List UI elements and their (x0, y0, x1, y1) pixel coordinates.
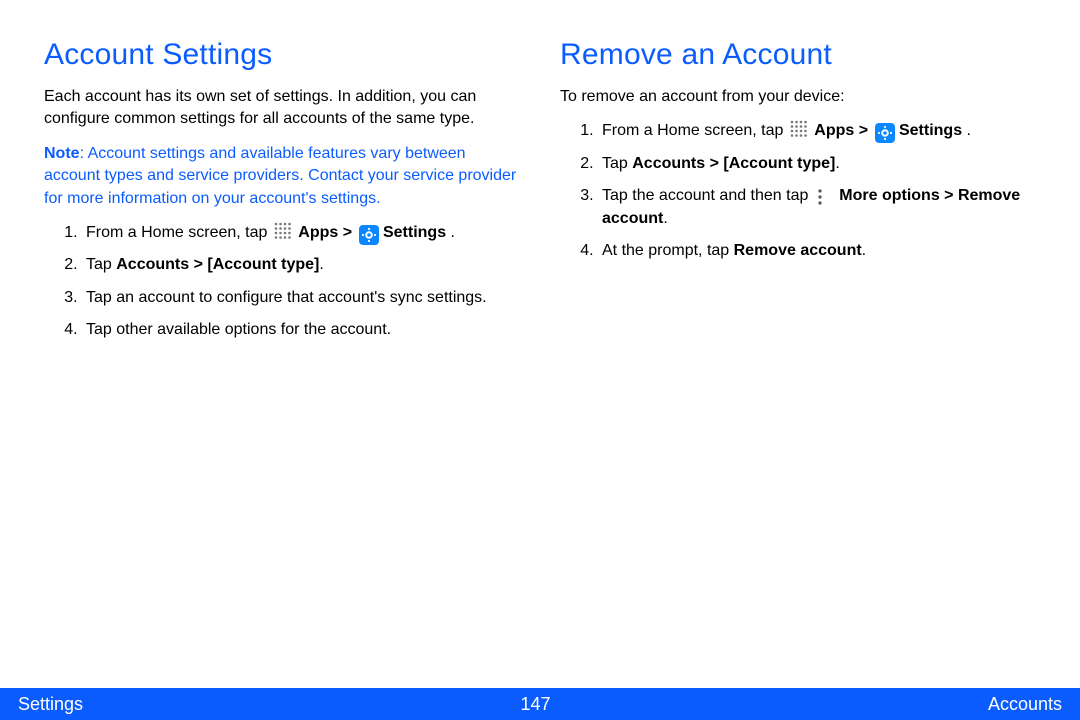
right-step-3: Tap the account and then tap More option… (598, 185, 1036, 230)
steps-list-left: From a Home screen, tap Apps > (44, 222, 520, 342)
left-step-3: Tap an account to configure that account… (82, 287, 520, 309)
right-step-2: Tap Accounts > [Account type]. (598, 153, 1036, 175)
document-page: Account Settings Each account has its ow… (0, 0, 1080, 720)
step-text-post: . (835, 155, 839, 172)
heading-remove-account: Remove an Account (560, 38, 1036, 72)
note-body: : Account settings and available feature… (44, 145, 516, 207)
note-paragraph: Note: Account settings and available fea… (44, 143, 520, 210)
footer-left: Settings (18, 694, 83, 715)
apps-label: Apps > (814, 122, 872, 139)
apps-label: Apps > (298, 224, 356, 241)
footer-right: Accounts (988, 694, 1062, 715)
steps-list-right: From a Home screen, tap Apps > (560, 120, 1036, 262)
footer-bar: Settings 147 Accounts (0, 688, 1080, 720)
step-text: Tap the account and then tap (602, 187, 813, 204)
step-bold: Remove account (734, 242, 862, 259)
left-step-1: From a Home screen, tap Apps > (82, 222, 520, 244)
left-column: Account Settings Each account has its ow… (44, 32, 520, 720)
step-text: From a Home screen, tap (602, 122, 788, 139)
step-text-post: . (319, 256, 323, 273)
step-text: At the prompt, tap (602, 242, 734, 259)
note-label: Note (44, 145, 80, 162)
left-step-4: Tap other available options for the acco… (82, 319, 520, 341)
intro-paragraph-right: To remove an account from your device: (560, 86, 1036, 108)
right-step-4: At the prompt, tap Remove account. (598, 240, 1036, 262)
heading-account-settings: Account Settings (44, 38, 520, 72)
intro-paragraph-left: Each account has its own set of settings… (44, 86, 520, 131)
step-text: Tap (86, 256, 116, 273)
step-bold: Accounts > [Account type] (632, 155, 835, 172)
settings-gear-icon (359, 225, 377, 243)
right-column: Remove an Account To remove an account f… (560, 32, 1036, 720)
more-options-icon (815, 188, 833, 206)
step-text-post: . (967, 122, 971, 139)
right-step-1: From a Home screen, tap Apps > (598, 120, 1036, 142)
settings-label: Settings (383, 224, 451, 241)
step-text: Tap (602, 155, 632, 172)
apps-grid-icon (790, 120, 808, 138)
apps-grid-icon (274, 222, 292, 240)
settings-label: Settings (899, 122, 967, 139)
step-bold: Accounts > [Account type] (116, 256, 319, 273)
footer-page-number: 147 (520, 694, 550, 715)
step-text-post: . (451, 224, 455, 241)
step-text-post: . (862, 242, 866, 259)
step-text: From a Home screen, tap (86, 224, 272, 241)
step-text-post: . (663, 210, 667, 227)
settings-gear-icon (875, 123, 893, 141)
left-step-2: Tap Accounts > [Account type]. (82, 254, 520, 276)
